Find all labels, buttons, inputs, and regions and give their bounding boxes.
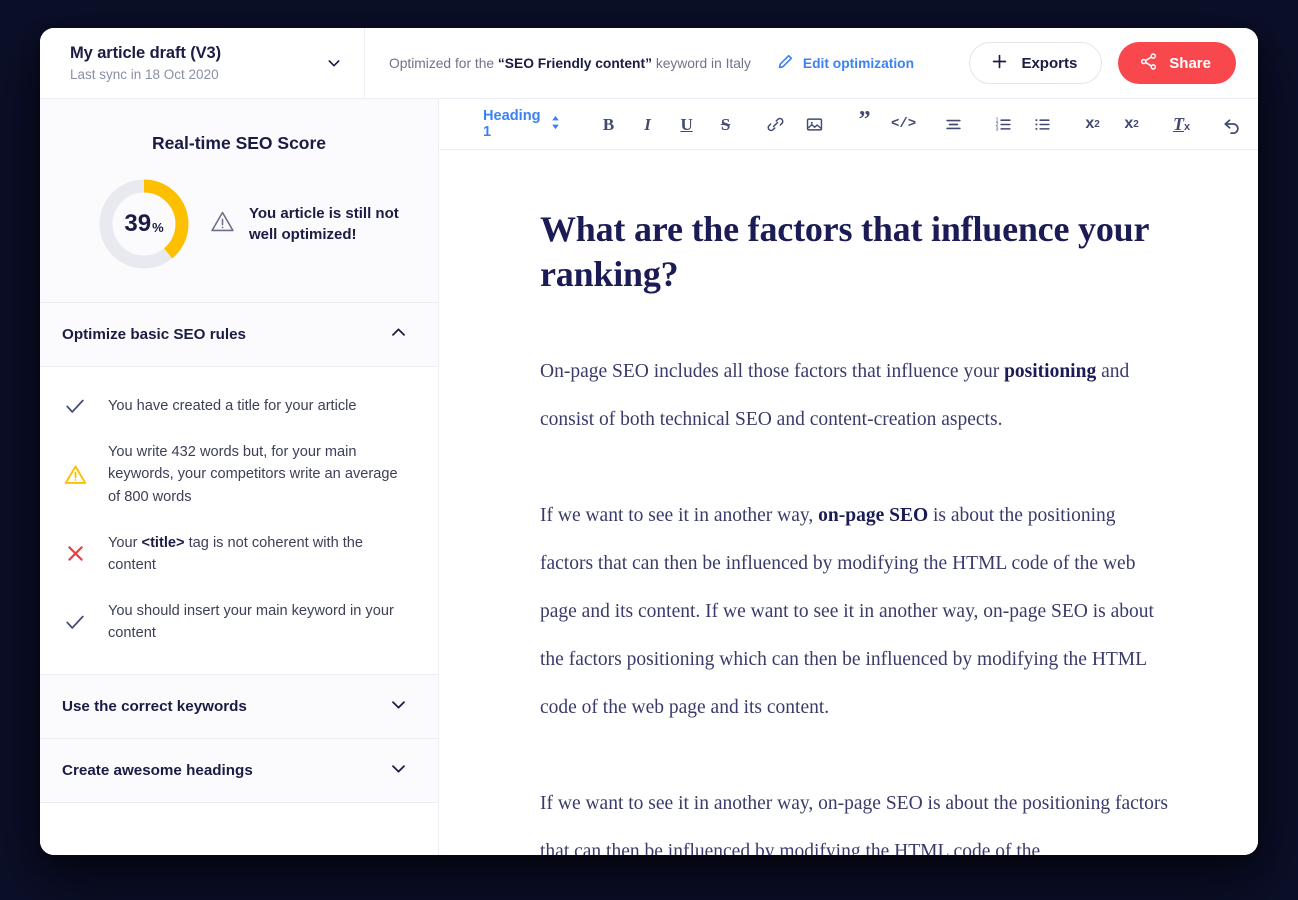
- seo-rule-item: Your <title> tag is not coherent with th…: [40, 520, 438, 588]
- blockquote-icon[interactable]: ”: [849, 108, 881, 140]
- seo-rule-item: You write 432 words but, for your main k…: [40, 429, 438, 520]
- align-icon[interactable]: [938, 108, 970, 140]
- accordion-header-1[interactable]: Use the correct keywords: [40, 675, 438, 739]
- clear-format-glyph: T: [1173, 115, 1184, 133]
- score-status: You article is still not well optimized!: [210, 203, 429, 246]
- redo-icon[interactable]: [1255, 108, 1258, 140]
- top-bar-right: Optimized for the “SEO Friendly content”…: [365, 28, 1258, 98]
- quote-glyph: ”: [859, 108, 871, 132]
- chevron-up-icon[interactable]: [389, 323, 408, 347]
- chevron-down-icon[interactable]: [326, 55, 342, 71]
- seo-sidebar: Real-time SEO Score 39%: [40, 99, 439, 855]
- seo-rule-item: You should insert your main keyword in y…: [40, 588, 438, 656]
- updown-caret-icon: [550, 115, 561, 134]
- strikethrough-icon[interactable]: S: [710, 108, 742, 140]
- accordion-title: Optimize basic SEO rules: [62, 326, 246, 343]
- accordion-header-0[interactable]: Optimize basic SEO rules: [40, 303, 438, 367]
- italic-glyph: I: [644, 116, 651, 133]
- optimization-suffix: keyword in Italy: [652, 56, 751, 71]
- exports-button[interactable]: Exports: [969, 42, 1102, 84]
- bold-glyph: B: [603, 116, 614, 133]
- underline-glyph: U: [680, 116, 692, 133]
- heading-style-label: Heading 1: [483, 108, 541, 140]
- article-bold-run: on-page SEO: [818, 505, 928, 526]
- article-bold-run: positioning: [1004, 361, 1096, 382]
- article-body: On-page SEO includes all those factors t…: [540, 348, 1168, 855]
- close-x-icon: [62, 543, 88, 564]
- bullet-list-icon[interactable]: [1027, 108, 1059, 140]
- subscript-number: 2: [1094, 119, 1100, 130]
- italic-icon[interactable]: I: [632, 108, 664, 140]
- app-root: My article draft (V3) Last sync in 18 Oc…: [0, 0, 1298, 900]
- code-icon[interactable]: </>: [888, 108, 920, 140]
- optimization-prefix: Optimized for the: [389, 56, 498, 71]
- plus-icon: [990, 52, 1009, 75]
- document-canvas[interactable]: What are the factors that influence your…: [439, 150, 1258, 855]
- check-icon: [62, 395, 88, 417]
- link-icon[interactable]: [760, 108, 792, 140]
- share-icon: [1139, 52, 1158, 75]
- superscript-glyph: x: [1124, 116, 1133, 132]
- accordion-title: Create awesome headings: [62, 762, 253, 779]
- ordered-list-icon[interactable]: 123: [988, 108, 1020, 140]
- seo-score-value: 39%: [96, 176, 192, 272]
- accordion-title: Use the correct keywords: [62, 698, 247, 715]
- superscript-number: 2: [1133, 119, 1139, 130]
- top-bar: My article draft (V3) Last sync in 18 Oc…: [40, 28, 1258, 99]
- score-panel: 39% You article is still not well optimi…: [40, 154, 438, 303]
- editor-pane: Heading 1 B I U S ”: [439, 99, 1258, 855]
- code-glyph: </>: [891, 117, 916, 131]
- share-label: Share: [1169, 55, 1211, 72]
- seo-rule-text: You have created a title for your articl…: [108, 395, 357, 417]
- heading-style-select[interactable]: Heading 1: [483, 108, 575, 140]
- document-meta: My article draft (V3) Last sync in 18 Oc…: [70, 44, 221, 82]
- article-paragraph: If we want to see it in another way, on-…: [540, 780, 1168, 855]
- clear-format-icon[interactable]: Tx: [1166, 108, 1198, 140]
- edit-optimization-button[interactable]: Edit optimization: [777, 53, 914, 73]
- seo-rule-emphasis: <title>: [142, 535, 185, 551]
- app-window: My article draft (V3) Last sync in 18 Oc…: [40, 28, 1258, 855]
- subscript-glyph: x: [1085, 116, 1094, 132]
- score-panel-title: Real-time SEO Score: [40, 99, 438, 154]
- optimization-summary: Optimized for the “SEO Friendly content”…: [389, 56, 751, 71]
- seo-rule-text: You should insert your main keyword in y…: [108, 600, 400, 644]
- chevron-down-icon[interactable]: [389, 759, 408, 783]
- optimization-keyword: “SEO Friendly content”: [498, 56, 652, 71]
- check-icon: [62, 611, 88, 633]
- seo-rule-item: You have created a title for your articl…: [40, 383, 438, 429]
- edit-optimization-label: Edit optimization: [803, 56, 914, 71]
- undo-icon[interactable]: [1216, 108, 1248, 140]
- share-button[interactable]: Share: [1118, 42, 1236, 84]
- document-title: My article draft (V3): [70, 44, 221, 63]
- score-unit: %: [152, 220, 164, 235]
- image-icon[interactable]: [799, 108, 831, 140]
- article-paragraph: If we want to see it in another way, on-…: [540, 492, 1168, 732]
- accordion-body: You have created a title for your articl…: [40, 367, 438, 675]
- underline-icon[interactable]: U: [671, 108, 703, 140]
- bold-icon[interactable]: B: [593, 108, 625, 140]
- seo-rule-text: You write 432 words but, for your main k…: [108, 441, 400, 508]
- main-area: Real-time SEO Score 39%: [40, 99, 1258, 855]
- seo-rules-accordion: Optimize basic SEO rules You have created…: [40, 303, 438, 855]
- warning-triangle-icon: [62, 463, 88, 486]
- score-status-text: You article is still not well optimized!: [249, 203, 429, 246]
- warning-triangle-icon: [210, 209, 235, 239]
- subscript-icon[interactable]: x2: [1077, 108, 1109, 140]
- article-paragraph: On-page SEO includes all those factors t…: [540, 348, 1168, 444]
- exports-label: Exports: [1021, 55, 1077, 72]
- article-heading: What are the factors that influence your…: [540, 207, 1168, 296]
- document-selector[interactable]: My article draft (V3) Last sync in 18 Oc…: [40, 28, 365, 98]
- seo-score-donut: 39%: [96, 176, 192, 272]
- pencil-icon: [777, 53, 794, 73]
- editor-toolbar: Heading 1 B I U S ”: [439, 99, 1258, 150]
- strike-glyph: S: [721, 116, 730, 133]
- accordion-header-2[interactable]: Create awesome headings: [40, 739, 438, 803]
- svg-text:3: 3: [996, 126, 999, 132]
- document-last-sync: Last sync in 18 Oct 2020: [70, 67, 221, 82]
- superscript-icon[interactable]: x2: [1116, 108, 1148, 140]
- chevron-down-icon[interactable]: [389, 695, 408, 719]
- seo-rule-text: Your <title> tag is not coherent with th…: [108, 532, 400, 576]
- clear-format-x: x: [1184, 121, 1190, 133]
- score-number: 39: [124, 210, 151, 238]
